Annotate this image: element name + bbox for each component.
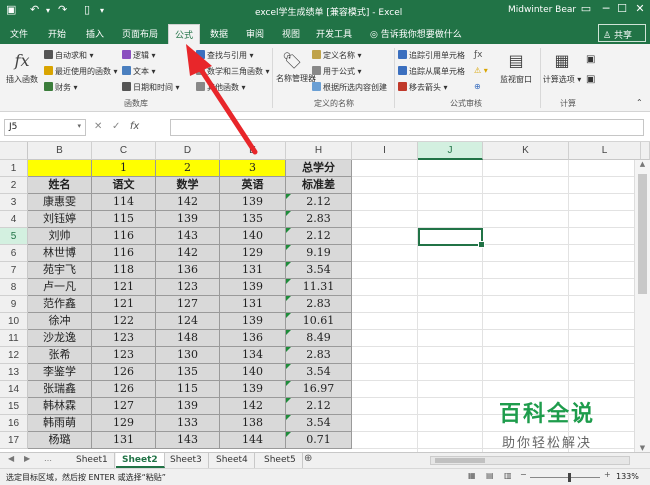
watermark: 百科全说 助你轻松解决 [472, 396, 622, 451]
zoom-in-icon[interactable]: + [604, 470, 611, 479]
scroll-sheets-left-icon[interactable]: ◀ [8, 454, 14, 463]
watermark-title: 百科全说 [498, 402, 595, 427]
add-sheet-icon[interactable]: ⊕ [304, 453, 312, 464]
scroll-sheets-right-icon[interactable]: ▶ [24, 454, 30, 463]
zoom-slider[interactable] [530, 473, 600, 482]
page-break-view-icon[interactable]: ▥ [504, 471, 512, 480]
sheet-tab-4[interactable]: Sheet4 [210, 453, 255, 468]
sheet-tab-3[interactable]: Sheet3 [164, 453, 209, 468]
sheet-tab-2[interactable]: Sheet2 [116, 453, 165, 468]
horizontal-scrollbar[interactable] [430, 456, 630, 465]
more-sheets-icon[interactable]: … [44, 454, 52, 463]
zoom-out-icon[interactable]: − [520, 470, 527, 479]
watermark-subtitle: 助你轻松解决 [501, 436, 592, 451]
zoom-level[interactable]: 133% [616, 472, 639, 481]
sheet-tab-5[interactable]: Sheet5 [258, 453, 303, 468]
page-layout-view-icon[interactable]: ▤ [486, 471, 494, 480]
zoom-slider-thumb[interactable] [568, 473, 571, 482]
sheet-tab-1[interactable]: Sheet1 [70, 453, 115, 468]
sheet-tab-bar: ◀ ▶ … Sheet1 Sheet2 Sheet3 Sheet4 Sheet5… [0, 452, 650, 468]
normal-view-icon[interactable]: ▦ [468, 471, 476, 480]
status-bar: 选定目标区域，然后按 ENTER 或选择“粘贴” ▦ ▤ ▥ − + 133% [0, 468, 650, 485]
status-message: 选定目标区域，然后按 ENTER 或选择“粘贴” [6, 473, 166, 482]
horizontal-scroll-thumb[interactable] [435, 458, 485, 463]
